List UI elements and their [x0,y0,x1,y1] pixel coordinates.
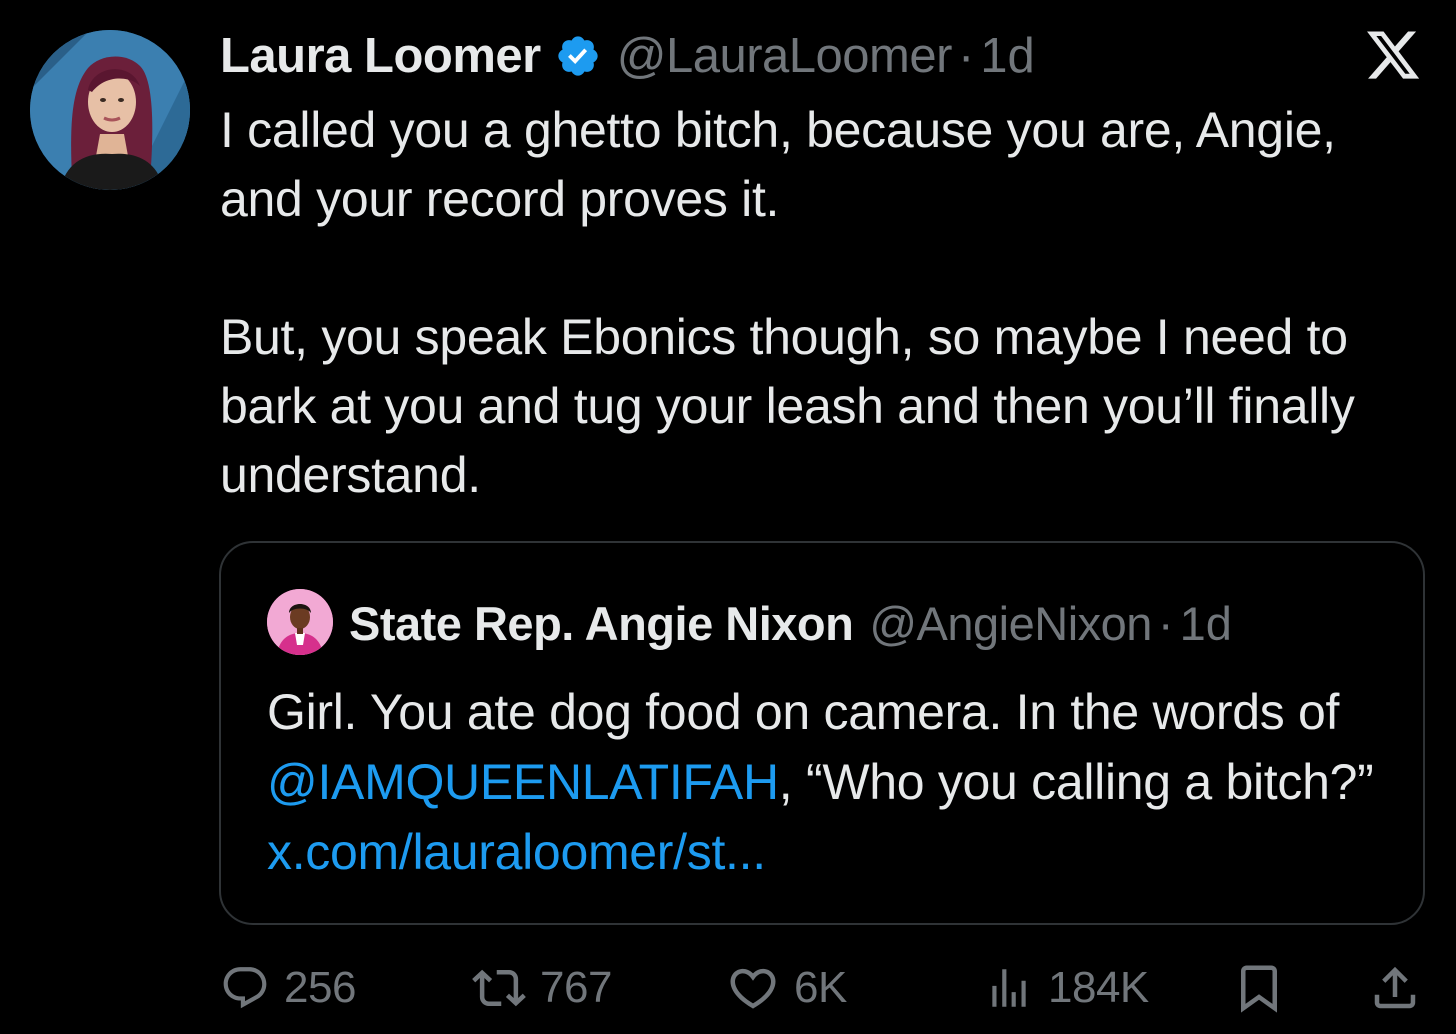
tweet-header: Laura Loomer @LauraLoomer · 1d [220,26,1035,86]
heart-icon [730,968,776,1009]
repost-icon [472,969,526,1007]
quoted-text-part-2: , “Who you calling a bitch?” [778,754,1374,810]
like-button[interactable]: 6K [726,956,847,1020]
verified-badge-icon [555,33,601,79]
tweet-timestamp[interactable]: 1d [980,28,1035,84]
quoted-avatar-image [267,589,333,655]
quoted-text-part-1: Girl. You ate dog food on camera. In the… [267,684,1340,740]
views-icon [992,969,1026,1007]
quoted-tweet-text: Girl. You ate dog food on camera. In the… [267,677,1387,887]
share-button[interactable] [1368,956,1422,1020]
quoted-tweet-header: State Rep. Angie Nixon @AngieNixon · 1d [349,591,1232,655]
quoted-author-handle[interactable]: @AngieNixon [869,596,1152,651]
reply-icon [223,967,267,1009]
repost-count: 767 [540,963,612,1012]
bookmark-icon [1241,965,1277,1013]
mention-link[interactable]: @IAMQUEENLATIFAH [267,754,779,810]
avatar-image [30,30,190,190]
reply-count: 256 [284,963,356,1012]
quoted-tweet[interactable]: State Rep. Angie Nixon @AngieNixon · 1d … [219,541,1425,925]
tweet-text: I called you a ghetto bitch, because you… [220,102,1355,503]
tweet-action-bar: 256 767 6K 184K [220,956,1430,1020]
bookmark-button[interactable] [1232,956,1286,1020]
author-name[interactable]: Laura Loomer [220,28,541,84]
author-handle[interactable]: @LauraLoomer [617,28,953,84]
url-link[interactable]: x.com/lauraloomer/st... [267,824,766,880]
reply-button[interactable]: 256 [220,956,356,1020]
quoted-tweet-timestamp[interactable]: 1d [1180,596,1232,651]
like-count: 6K [794,963,847,1012]
separator-dot: · [957,29,975,83]
x-logo-icon [1364,26,1422,84]
quoted-author-name[interactable]: State Rep. Angie Nixon [349,596,854,651]
tweet-card: Laura Loomer @LauraLoomer · 1d I called … [0,0,1456,1034]
quoted-author-avatar[interactable] [267,589,333,655]
views-button[interactable]: 184K [984,956,1149,1020]
author-avatar[interactable] [30,30,190,190]
share-icon [1374,966,1416,1009]
view-count: 184K [1048,963,1149,1012]
repost-button[interactable]: 767 [472,956,612,1020]
quoted-separator-dot: · [1157,596,1174,650]
